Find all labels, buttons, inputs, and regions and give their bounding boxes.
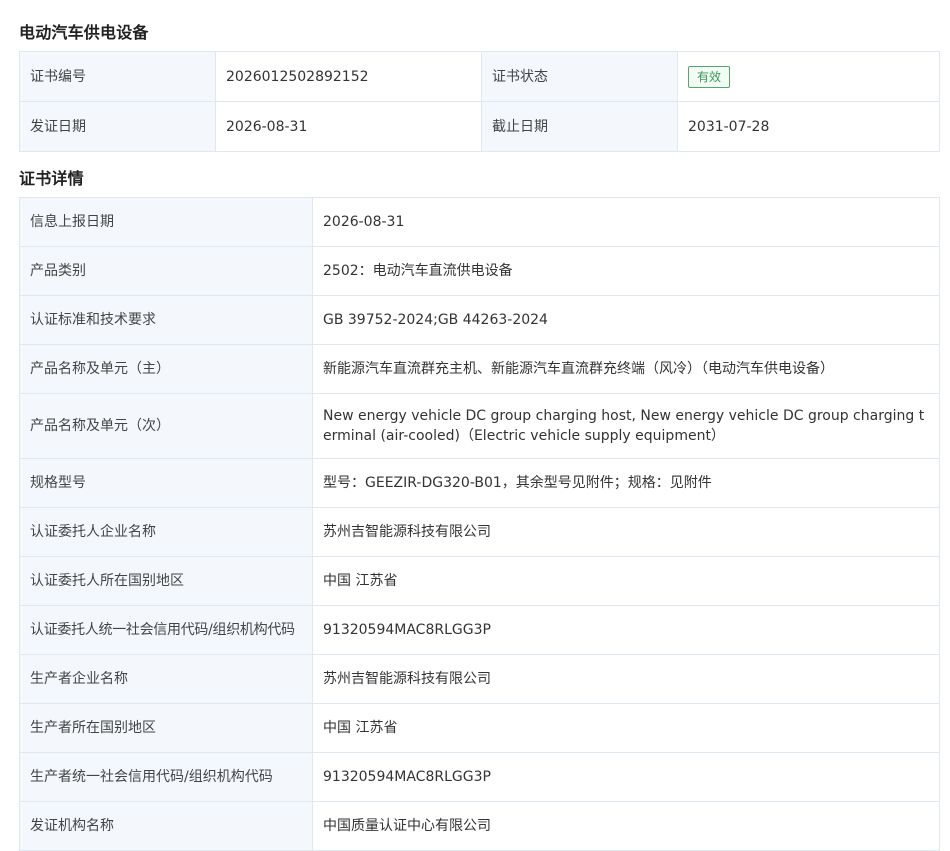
detail-label: 认证委托人统一社会信用代码/组织机构代码 bbox=[19, 605, 313, 655]
detail-label: 认证标准和技术要求 bbox=[19, 295, 313, 345]
detail-row: 信息上报日期 2026-08-31 bbox=[19, 197, 940, 247]
expiry-date-label: 截止日期 bbox=[481, 101, 678, 152]
detail-value: 中国 江苏省 bbox=[312, 703, 940, 753]
certificate-details-table: 信息上报日期 2026-08-31 产品类别 2502：电动汽车直流供电设备 认… bbox=[19, 197, 940, 851]
detail-value: GB 39752-2024;GB 44263-2024 bbox=[312, 295, 940, 345]
detail-label: 产品名称及单元（次） bbox=[19, 393, 313, 459]
detail-label: 认证委托人所在国别地区 bbox=[19, 556, 313, 606]
detail-row: 产品类别 2502：电动汽车直流供电设备 bbox=[19, 246, 940, 296]
detail-value: 新能源汽车直流群充主机、新能源汽车直流群充终端（风冷）（电动汽车供电设备） bbox=[312, 344, 940, 394]
detail-label: 信息上报日期 bbox=[19, 197, 313, 247]
detail-value: 苏州吉智能源科技有限公司 bbox=[312, 507, 940, 557]
issue-date-label: 发证日期 bbox=[19, 101, 216, 152]
detail-value: 型号：GEEZIR-DG320-B01，其余型号见附件；规格：见附件 bbox=[312, 458, 940, 508]
detail-row: 产品名称及单元（次） New energy vehicle DC group c… bbox=[19, 393, 940, 459]
detail-value: 中国 江苏省 bbox=[312, 556, 940, 606]
detail-value: 91320594MAC8RLGG3P bbox=[312, 752, 940, 802]
detail-row: 认证委托人企业名称 苏州吉智能源科技有限公司 bbox=[19, 507, 940, 557]
detail-label: 生产者统一社会信用代码/组织机构代码 bbox=[19, 752, 313, 802]
detail-row: 发证机构名称 中国质量认证中心有限公司 bbox=[19, 801, 940, 851]
detail-value: 2502：电动汽车直流供电设备 bbox=[312, 246, 940, 296]
detail-label: 产品名称及单元（主） bbox=[19, 344, 313, 394]
certificate-summary-table: 证书编号 2026012502892152 证书状态 有效 发证日期 2026-… bbox=[19, 51, 940, 152]
expiry-date-value: 2031-07-28 bbox=[677, 101, 940, 152]
detail-row: 认证标准和技术要求 GB 39752-2024;GB 44263-2024 bbox=[19, 295, 940, 345]
certificate-status-label: 证书状态 bbox=[481, 51, 678, 102]
details-section-title: 证书详情 bbox=[19, 169, 84, 188]
detail-value: 91320594MAC8RLGG3P bbox=[312, 605, 940, 655]
detail-label: 规格型号 bbox=[19, 458, 313, 508]
summary-row-dates: 发证日期 2026-08-31 截止日期 2031-07-28 bbox=[19, 101, 940, 152]
certificate-number-value: 2026012502892152 bbox=[215, 51, 482, 102]
issue-date-value: 2026-08-31 bbox=[215, 101, 482, 152]
detail-label: 产品类别 bbox=[19, 246, 313, 296]
detail-value: 2026-08-31 bbox=[312, 197, 940, 247]
detail-row: 生产者统一社会信用代码/组织机构代码 91320594MAC8RLGG3P bbox=[19, 752, 940, 802]
detail-row: 规格型号 型号：GEEZIR-DG320-B01，其余型号见附件；规格：见附件 bbox=[19, 458, 940, 508]
detail-label: 发证机构名称 bbox=[19, 801, 313, 851]
detail-row: 认证委托人所在国别地区 中国 江苏省 bbox=[19, 556, 940, 606]
detail-label: 生产者企业名称 bbox=[19, 654, 313, 704]
summary-row-certificate-number: 证书编号 2026012502892152 证书状态 有效 bbox=[19, 51, 940, 102]
certificate-status-cell: 有效 bbox=[677, 51, 940, 102]
certificate-number-label: 证书编号 bbox=[19, 51, 216, 102]
detail-row: 产品名称及单元（主） 新能源汽车直流群充主机、新能源汽车直流群充终端（风冷）（电… bbox=[19, 344, 940, 394]
detail-value: New energy vehicle DC group charging hos… bbox=[312, 393, 940, 459]
status-badge: 有效 bbox=[688, 65, 731, 88]
detail-row: 认证委托人统一社会信用代码/组织机构代码 91320594MAC8RLGG3P bbox=[19, 605, 940, 655]
detail-value: 中国质量认证中心有限公司 bbox=[312, 801, 940, 851]
detail-row: 生产者所在国别地区 中国 江苏省 bbox=[19, 703, 940, 753]
detail-row: 生产者企业名称 苏州吉智能源科技有限公司 bbox=[19, 654, 940, 704]
page-title: 电动汽车供电设备 bbox=[19, 23, 149, 42]
detail-label: 生产者所在国别地区 bbox=[19, 703, 313, 753]
detail-label: 认证委托人企业名称 bbox=[19, 507, 313, 557]
detail-value: 苏州吉智能源科技有限公司 bbox=[312, 654, 940, 704]
